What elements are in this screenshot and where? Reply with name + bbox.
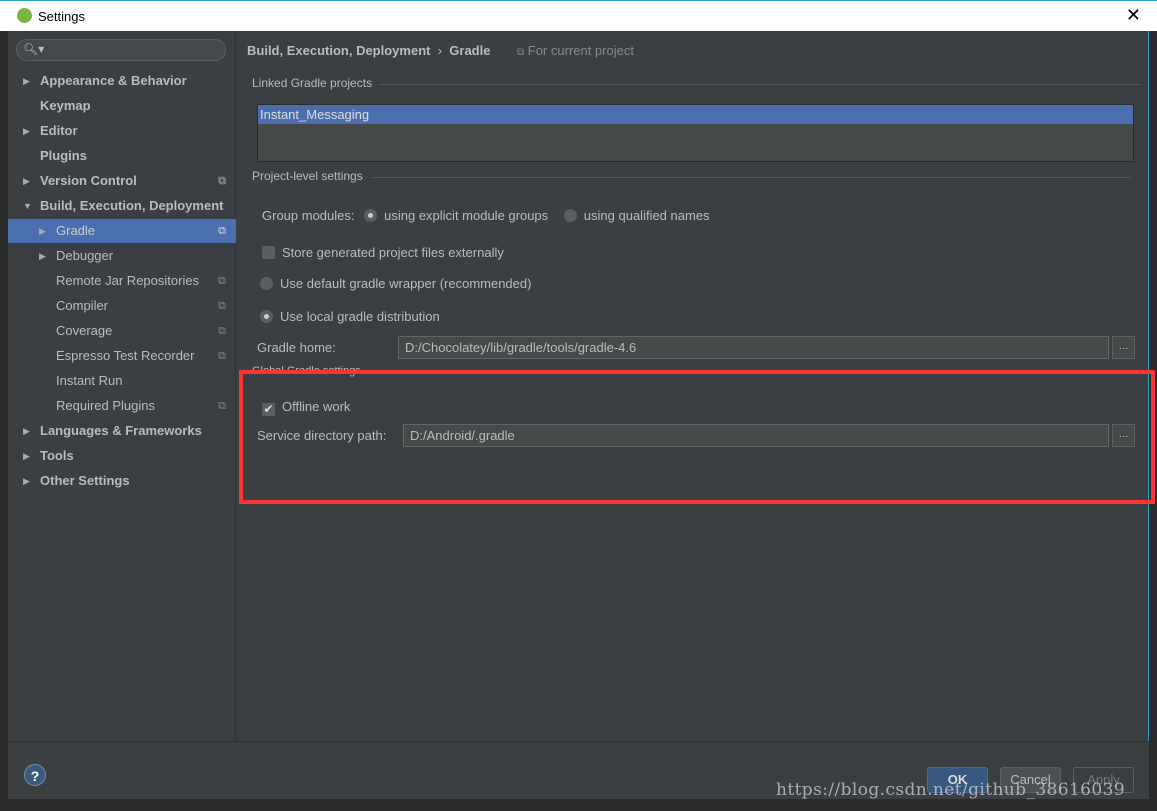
sidebar-item-coverage[interactable]: Coverage ⧉ bbox=[8, 319, 236, 343]
collapsed-arrow-icon[interactable]: ▶ bbox=[23, 419, 30, 443]
search-input[interactable]: 🔍︎▾ bbox=[16, 39, 226, 61]
close-icon[interactable]: ✕ bbox=[1126, 5, 1141, 26]
project-scope-icon: ⧉ bbox=[218, 275, 226, 287]
sidebar-item-keymap[interactable]: Keymap bbox=[8, 94, 236, 118]
sidebar-item-appearance-behavior[interactable]: ▶ Appearance & Behavior bbox=[8, 69, 236, 93]
sidebar-item-label: Build, Execution, Deployment bbox=[40, 198, 224, 213]
sidebar-item-required-plugins[interactable]: Required Plugins ⧉ bbox=[8, 394, 236, 418]
sidebar-item-label: Compiler bbox=[56, 298, 109, 313]
window-title: Settings bbox=[38, 9, 85, 24]
watermark: https://blog.csdn.net/github_38616039 bbox=[776, 780, 1126, 800]
collapsed-arrow-icon[interactable]: ▶ bbox=[23, 169, 30, 193]
sidebar-item-label: Remote Jar Repositories bbox=[56, 273, 200, 288]
sidebar-item-other-settings[interactable]: ▶ Other Settings bbox=[8, 469, 236, 493]
sidebar-item-build-execution-deployment[interactable]: ▼ Build, Execution, Deployment bbox=[8, 194, 236, 218]
sidebar-item-label: Gradle bbox=[56, 223, 96, 238]
sidebar-item-editor[interactable]: ▶ Editor bbox=[8, 119, 236, 143]
sidebar-item-plugins[interactable]: Plugins bbox=[8, 144, 236, 168]
expanded-arrow-icon[interactable]: ▼ bbox=[23, 194, 32, 218]
radio-default-wrapper[interactable]: Use default gradle wrapper (recommended) bbox=[260, 276, 531, 291]
sidebar-item-label: Coverage bbox=[56, 323, 113, 338]
sidebar-item-label: Tools bbox=[40, 448, 74, 463]
background-editor bbox=[0, 30, 8, 640]
radio-qualified-names[interactable]: using qualified names bbox=[563, 208, 710, 223]
sidebar-item-remote-jar-repositories[interactable]: Remote Jar Repositories ⧉ bbox=[8, 269, 236, 293]
collapsed-arrow-icon[interactable]: ▶ bbox=[23, 444, 30, 468]
sidebar-item-gradle[interactable]: ▶ Gradle ⧉ bbox=[8, 219, 236, 243]
settings-sidebar: 🔍︎▾ ▶ Appearance & Behavior Keymap ▶ Editor P… bbox=[8, 31, 236, 741]
sidebar-item-version-control[interactable]: ▶ Version Control ⧉ bbox=[8, 169, 236, 193]
project-scope-icon: ⧉ bbox=[218, 325, 226, 337]
sidebar-item-label: Keymap bbox=[40, 98, 91, 113]
group-modules-row: Group modules: using explicit module gro… bbox=[262, 208, 710, 223]
sidebar-item-label: Plugins bbox=[40, 148, 87, 163]
sidebar-item-label: Version Control bbox=[40, 173, 137, 188]
sidebar-item-label: Required Plugins bbox=[56, 398, 156, 413]
sidebar-item-label: Instant Run bbox=[56, 373, 123, 388]
radio-explicit-groups[interactable]: using explicit module groups bbox=[364, 208, 548, 223]
sidebar-item-label: Editor bbox=[40, 123, 78, 138]
project-scope-icon: ⧉ bbox=[218, 225, 226, 237]
project-scope-icon: ⧉ bbox=[218, 175, 226, 187]
collapsed-arrow-icon[interactable]: ▶ bbox=[23, 69, 30, 93]
sidebar-item-debugger[interactable]: ▶ Debugger bbox=[8, 244, 236, 268]
sidebar-item-label: Languages & Frameworks bbox=[40, 423, 202, 438]
help-button[interactable]: ? bbox=[24, 764, 46, 786]
linked-projects-title: Linked Gradle projects bbox=[252, 76, 1141, 90]
sidebar-item-languages-frameworks[interactable]: ▶ Languages & Frameworks bbox=[8, 419, 236, 443]
sidebar-item-tools[interactable]: ▶ Tools bbox=[8, 444, 236, 468]
radio-local-distribution[interactable]: Use local gradle distribution bbox=[260, 309, 440, 324]
gradle-home-input[interactable]: D:/Chocolatey/lib/gradle/tools/gradle-4.… bbox=[398, 336, 1109, 359]
collapsed-arrow-icon[interactable]: ▶ bbox=[23, 119, 30, 143]
collapsed-arrow-icon[interactable]: ▶ bbox=[39, 219, 46, 243]
linked-projects-list[interactable]: Instant_Messaging bbox=[257, 104, 1134, 162]
project-scope-icon: ⧉ bbox=[218, 400, 226, 412]
collapsed-arrow-icon[interactable]: ▶ bbox=[23, 469, 30, 493]
highlight-box bbox=[239, 370, 1155, 504]
store-externally-checkbox[interactable]: Store generated project files externally bbox=[262, 245, 504, 260]
project-scope-icon: ⧉ bbox=[218, 350, 226, 362]
search-icon: 🔍︎▾ bbox=[23, 42, 45, 56]
android-studio-logo-icon bbox=[17, 8, 32, 23]
sidebar-item-label: Other Settings bbox=[40, 473, 130, 488]
scope-label: ⧉ For current project bbox=[517, 43, 634, 58]
sidebar-item-label: Espresso Test Recorder bbox=[56, 348, 195, 363]
gradle-home-label: Gradle home: bbox=[257, 340, 336, 355]
project-scope-icon: ⧉ bbox=[218, 300, 226, 312]
title-bar: Settings ✕ bbox=[0, 0, 1157, 31]
gradle-home-browse-button[interactable]: ... bbox=[1112, 336, 1135, 359]
sidebar-item-label: Debugger bbox=[56, 248, 114, 263]
list-item[interactable]: Instant_Messaging bbox=[258, 105, 1133, 124]
breadcrumb: Build, Execution, Deployment › Gradle bbox=[247, 43, 491, 58]
sidebar-item-label: Appearance & Behavior bbox=[40, 73, 187, 88]
sidebar-item-instant-run[interactable]: Instant Run bbox=[8, 369, 236, 393]
sidebar-item-espresso-test-recorder[interactable]: Espresso Test Recorder ⧉ bbox=[8, 344, 236, 368]
copy-icon: ⧉ bbox=[517, 47, 525, 58]
sidebar-item-compiler[interactable]: Compiler ⧉ bbox=[8, 294, 236, 318]
project-level-title: Project-level settings bbox=[252, 169, 1129, 183]
collapsed-arrow-icon[interactable]: ▶ bbox=[39, 244, 46, 268]
